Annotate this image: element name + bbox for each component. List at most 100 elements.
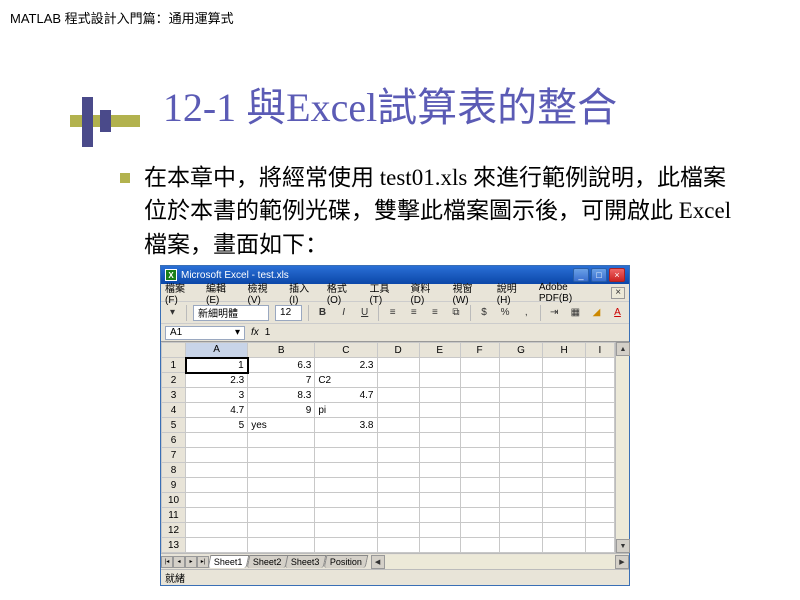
name-box[interactable]: A1 ▾: [165, 326, 245, 340]
cell[interactable]: [377, 418, 419, 433]
font-name-select[interactable]: 新細明體: [193, 305, 269, 321]
tab-nav-prev[interactable]: ◂: [173, 556, 185, 568]
row-header[interactable]: 4: [162, 403, 186, 418]
cell[interactable]: [460, 403, 499, 418]
cell[interactable]: 6.3: [248, 358, 315, 373]
cell[interactable]: [460, 388, 499, 403]
cell[interactable]: [377, 478, 419, 493]
cell[interactable]: [585, 493, 614, 508]
underline-button[interactable]: U: [357, 305, 372, 321]
formula-content[interactable]: 1: [265, 327, 271, 338]
cell[interactable]: [248, 493, 315, 508]
row-header[interactable]: 8: [162, 463, 186, 478]
toolbar-overflow-icon[interactable]: ▾: [165, 305, 180, 321]
cell[interactable]: [543, 463, 585, 478]
row-header[interactable]: 6: [162, 433, 186, 448]
cell[interactable]: [419, 463, 460, 478]
cell[interactable]: [186, 508, 248, 523]
cell[interactable]: [543, 403, 585, 418]
cell[interactable]: [315, 523, 377, 538]
scroll-left-icon[interactable]: ◀: [371, 555, 385, 569]
bold-button[interactable]: B: [315, 305, 330, 321]
cell[interactable]: [419, 538, 460, 553]
row-header[interactable]: 7: [162, 448, 186, 463]
cell[interactable]: [460, 478, 499, 493]
cell[interactable]: [543, 448, 585, 463]
cell[interactable]: [585, 463, 614, 478]
cell[interactable]: [377, 373, 419, 388]
row-header[interactable]: 3: [162, 388, 186, 403]
spreadsheet-grid[interactable]: A B C D E F G H I 116.32.322.37C2338.34.…: [161, 342, 615, 553]
cell[interactable]: 9: [248, 403, 315, 418]
cell[interactable]: 4.7: [315, 388, 377, 403]
cell[interactable]: [499, 433, 543, 448]
cell[interactable]: [499, 448, 543, 463]
menu-tools[interactable]: 工具(T): [369, 280, 401, 306]
cell[interactable]: [419, 418, 460, 433]
row-header[interactable]: 11: [162, 508, 186, 523]
workbook-close-button[interactable]: ×: [611, 287, 625, 299]
sheet-tab-2[interactable]: Sheet2: [246, 555, 287, 568]
cell[interactable]: [499, 463, 543, 478]
merge-button[interactable]: ⧉: [448, 305, 463, 321]
cell[interactable]: [460, 373, 499, 388]
align-left-button[interactable]: ≡: [385, 305, 400, 321]
align-right-button[interactable]: ≡: [427, 305, 442, 321]
row-header[interactable]: 2: [162, 373, 186, 388]
cell[interactable]: pi: [315, 403, 377, 418]
row-header[interactable]: 13: [162, 538, 186, 553]
cell[interactable]: [460, 448, 499, 463]
tab-nav-first[interactable]: |◂: [161, 556, 173, 568]
cell[interactable]: [460, 433, 499, 448]
cell[interactable]: 8.3: [248, 388, 315, 403]
cell[interactable]: [460, 463, 499, 478]
vertical-scrollbar[interactable]: ▲ ▼: [615, 342, 629, 553]
cell[interactable]: 2.3: [315, 358, 377, 373]
cell[interactable]: C2: [315, 373, 377, 388]
cell[interactable]: [315, 478, 377, 493]
menu-insert[interactable]: 插入(I): [289, 280, 318, 306]
cell[interactable]: [186, 538, 248, 553]
row-header[interactable]: 12: [162, 523, 186, 538]
cell[interactable]: [543, 388, 585, 403]
align-center-button[interactable]: ≡: [406, 305, 421, 321]
cell[interactable]: [419, 523, 460, 538]
col-header-D[interactable]: D: [377, 343, 419, 358]
cell[interactable]: [499, 418, 543, 433]
cell[interactable]: [377, 403, 419, 418]
cell[interactable]: 2.3: [186, 373, 248, 388]
tab-nav-next[interactable]: ▸: [185, 556, 197, 568]
menu-view[interactable]: 檢視(V): [248, 280, 281, 306]
scroll-down-icon[interactable]: ▼: [616, 539, 630, 553]
cell[interactable]: yes: [248, 418, 315, 433]
cell[interactable]: [315, 493, 377, 508]
menu-format[interactable]: 格式(O): [327, 280, 361, 306]
cell[interactable]: [186, 433, 248, 448]
cell[interactable]: [315, 538, 377, 553]
row-header[interactable]: 10: [162, 493, 186, 508]
menu-data[interactable]: 資料(D): [410, 280, 443, 306]
cell[interactable]: [543, 433, 585, 448]
menu-window[interactable]: 視窗(W): [453, 280, 488, 306]
cell[interactable]: 1: [186, 358, 248, 373]
col-header-F[interactable]: F: [460, 343, 499, 358]
cell[interactable]: [543, 538, 585, 553]
cell[interactable]: [499, 388, 543, 403]
cell[interactable]: [377, 448, 419, 463]
cell[interactable]: [543, 523, 585, 538]
cell[interactable]: [248, 538, 315, 553]
cell[interactable]: 3.8: [315, 418, 377, 433]
row-header[interactable]: 1: [162, 358, 186, 373]
cell[interactable]: [499, 478, 543, 493]
cell[interactable]: [460, 508, 499, 523]
scroll-right-icon[interactable]: ▶: [615, 555, 629, 569]
cell[interactable]: [543, 418, 585, 433]
minimize-button[interactable]: _: [573, 268, 589, 282]
menu-help[interactable]: 說明(H): [497, 280, 530, 306]
cell[interactable]: 7: [248, 373, 315, 388]
cell[interactable]: [585, 523, 614, 538]
fx-icon[interactable]: fx: [251, 327, 259, 338]
cell[interactable]: [543, 508, 585, 523]
cell[interactable]: 4.7: [186, 403, 248, 418]
col-header-G[interactable]: G: [499, 343, 543, 358]
